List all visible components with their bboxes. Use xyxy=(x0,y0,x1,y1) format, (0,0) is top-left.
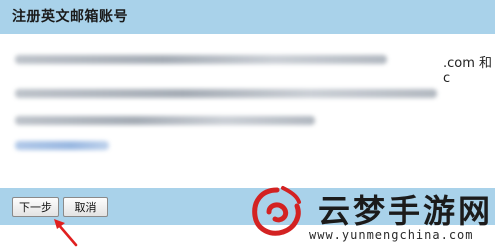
blurred-link[interactable] xyxy=(15,141,109,150)
visible-text-fragment: .com 和 c xyxy=(443,56,493,86)
blurred-text-line xyxy=(15,89,437,98)
blurred-content xyxy=(0,34,495,188)
watermark-url: www.yunmengchina.com xyxy=(309,228,474,242)
page-title: 注册英文邮箱账号 xyxy=(12,9,128,25)
header-bar: 注册英文邮箱账号 xyxy=(0,0,495,34)
blurred-text-line xyxy=(15,55,387,64)
blurred-text-line xyxy=(15,116,315,125)
cancel-button[interactable]: 取消 xyxy=(63,197,108,217)
next-step-button[interactable]: 下一步 xyxy=(12,197,59,217)
red-arrow-annotation xyxy=(54,219,78,247)
